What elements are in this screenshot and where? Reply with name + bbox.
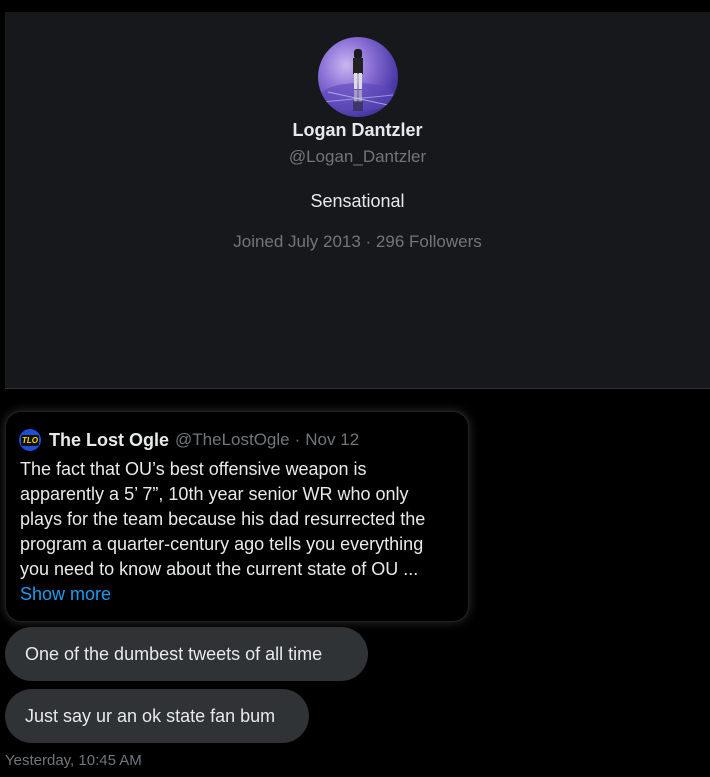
avatar-photo-icon xyxy=(320,49,396,111)
quoted-tweet-text: The fact that OU’s best offensive weapon… xyxy=(20,457,465,607)
message-bubble[interactable]: Just say ur an ok state fan bum xyxy=(5,689,309,743)
message-timestamp: Yesterday, 10:45 AM xyxy=(5,752,142,769)
tlo-logo-text: TLO xyxy=(21,434,39,446)
quoted-tweet-line: The fact that OU’s best offensive weapon… xyxy=(20,459,367,479)
quoted-tweet-line: program a quarter-century ago tells you … xyxy=(20,534,424,554)
avatar[interactable] xyxy=(318,37,398,117)
profile-card[interactable]: Logan Dantzler @Logan_Dantzler Sensation… xyxy=(5,12,710,389)
profile-name[interactable]: Logan Dantzler xyxy=(5,120,710,141)
profile-meta: Joined July 2013 · 296 Followers xyxy=(233,232,482,251)
quoted-tweet-line: plays for the team because his dad resur… xyxy=(20,509,426,529)
tlo-logo-icon: TLO xyxy=(19,429,41,451)
profile-bio: Sensational xyxy=(310,191,405,211)
quoted-tweet-handle: @TheLostOgle xyxy=(175,430,290,449)
quoted-tweet-line: apparently a 5’ 7”, 10th year senior WR … xyxy=(20,484,409,504)
profile-handle: @Logan_Dantzler xyxy=(288,147,427,166)
show-more-link[interactable]: Show more xyxy=(20,582,465,607)
separator-dot: · xyxy=(294,430,301,449)
quoted-tweet-header: TLO The Lost Ogle @TheLostOgle · Nov 12 xyxy=(19,429,359,451)
message-bubble[interactable]: One of the dumbest tweets of all time xyxy=(5,627,368,681)
quoted-tweet-date: Nov 12 xyxy=(305,430,360,449)
quoted-tweet-author[interactable]: The Lost Ogle xyxy=(49,430,169,451)
quoted-tweet-line: you need to know about the current state… xyxy=(20,559,419,579)
quoted-tweet-card[interactable]: TLO The Lost Ogle @TheLostOgle · Nov 12 … xyxy=(5,411,469,622)
